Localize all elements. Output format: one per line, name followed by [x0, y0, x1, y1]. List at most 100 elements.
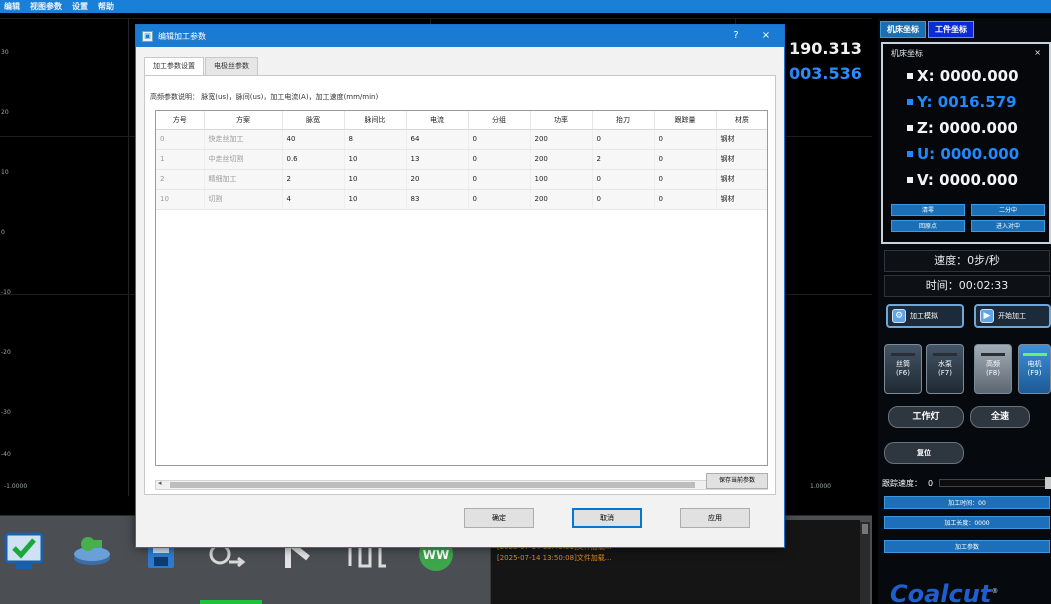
process-time-button[interactable]: 加工时间：00 — [884, 496, 1050, 509]
y-tick: 30 — [1, 49, 9, 56]
process-params-button[interactable]: 加工参数 — [884, 540, 1050, 553]
tab-process-params[interactable]: 加工参数设置 — [144, 57, 204, 75]
menu-help[interactable]: 帮助 — [98, 1, 114, 12]
tracking-speed-value: 0 — [928, 478, 934, 488]
simulate-button[interactable]: ⚙ 加工模拟 — [886, 304, 964, 328]
cell[interactable]: 200 — [530, 189, 593, 210]
zero-button[interactable]: 清零 — [891, 204, 965, 216]
tab-wire-params[interactable]: 电极丝参数 — [205, 57, 258, 75]
motor-toggle[interactable]: 电机 (F9) — [1018, 344, 1051, 394]
check-icon[interactable] — [2, 530, 46, 574]
cell[interactable]: 10 — [344, 169, 407, 190]
table-row[interactable]: 10 切割 4 10 83 0 200 0 0 钢材 — [156, 189, 767, 210]
cell[interactable]: 0 — [654, 129, 717, 150]
cell[interactable]: 200 — [530, 149, 593, 170]
apply-button[interactable]: 应用 — [680, 508, 750, 528]
scroll-left-icon[interactable]: ◂ — [158, 479, 162, 487]
col-header[interactable]: 方号 — [156, 111, 205, 130]
cell[interactable]: 2 — [156, 169, 205, 190]
cell[interactable]: 0 — [468, 189, 531, 210]
help-icon[interactable]: ? — [722, 25, 750, 47]
menu-view-params[interactable]: 视图参数 — [30, 1, 62, 12]
cell[interactable]: 切割 — [204, 189, 283, 210]
cell[interactable]: 8 — [344, 129, 407, 150]
table-row[interactable]: 1 中走丝切割 0.6 10 13 0 200 2 0 钢材 — [156, 149, 767, 170]
col-header[interactable]: 功率 — [530, 111, 593, 130]
log-scrollbar[interactable] — [860, 522, 870, 604]
col-header[interactable]: 材质 — [716, 111, 767, 130]
cell[interactable]: 10 — [344, 149, 407, 170]
enter-center-button[interactable]: 进入对中 — [971, 220, 1045, 232]
hf-toggle[interactable]: 高频 (F8) — [974, 344, 1012, 394]
cell[interactable]: 1 — [156, 149, 205, 170]
pump-toggle[interactable]: 水泵 (F7) — [926, 344, 964, 394]
cell[interactable]: 钢材 — [716, 169, 767, 190]
cell[interactable]: 2 — [592, 149, 655, 170]
cell[interactable]: 快走丝加工 — [204, 129, 283, 150]
col-header[interactable]: 脉宽 — [282, 111, 345, 130]
scroll-thumb[interactable] — [170, 482, 695, 488]
table-hscrollbar[interactable]: ◂ ▸ — [155, 479, 768, 490]
process-length-button[interactable]: 加工长度：0000 — [884, 516, 1050, 529]
cell[interactable]: 精细加工 — [204, 169, 283, 190]
tracking-speed-slider[interactable] — [939, 477, 1051, 489]
home-button[interactable]: 回原点 — [891, 220, 965, 232]
cell[interactable]: 0 — [592, 129, 655, 150]
cell[interactable]: 0 — [592, 169, 655, 190]
cell[interactable]: 100 — [530, 169, 593, 190]
table-row[interactable]: 0 快走丝加工 40 8 64 0 200 0 0 钢材 — [156, 129, 767, 150]
cell[interactable]: 200 — [530, 129, 593, 150]
cell[interactable]: 20 — [406, 169, 469, 190]
cell[interactable]: 40 — [282, 129, 345, 150]
cell[interactable]: 83 — [406, 189, 469, 210]
cell[interactable]: 0 — [654, 189, 717, 210]
cell[interactable]: 4 — [282, 189, 345, 210]
close-icon[interactable]: × — [752, 25, 780, 47]
cell[interactable]: 64 — [406, 129, 469, 150]
coord-value: U: 0000.000 — [917, 145, 1020, 163]
table-row[interactable]: 2 精细加工 2 10 20 0 100 0 0 钢材 — [156, 169, 767, 190]
cell[interactable]: 钢材 — [716, 149, 767, 170]
cell[interactable]: 2 — [282, 169, 345, 190]
grid-line — [128, 19, 129, 496]
cell[interactable]: 中走丝切割 — [204, 149, 283, 170]
indicator-bar — [891, 353, 915, 356]
cell[interactable]: 13 — [406, 149, 469, 170]
col-header[interactable]: 电流 — [406, 111, 469, 130]
cell[interactable]: 钢材 — [716, 189, 767, 210]
reset-button[interactable]: 复位 — [884, 442, 964, 464]
workpiece-icon[interactable] — [70, 528, 114, 572]
work-light-button[interactable]: 工作灯 — [888, 406, 964, 428]
cell[interactable]: 0 — [156, 129, 205, 150]
cell[interactable]: 0 — [468, 149, 531, 170]
center-split-button[interactable]: 二分中 — [971, 204, 1045, 216]
col-header[interactable]: 分组 — [468, 111, 531, 130]
save-params-button[interactable]: 保存当前参数 — [706, 473, 768, 489]
coord-row-x: X: 0000.000 — [883, 63, 1049, 89]
close-icon[interactable]: × — [1034, 48, 1041, 59]
menu-settings[interactable]: 设置 — [72, 1, 88, 12]
y-tick: -40 — [1, 451, 11, 458]
cell[interactable]: 钢材 — [716, 129, 767, 150]
col-header[interactable]: 抬刀 — [592, 111, 655, 130]
tab-machine-coords[interactable]: 机床坐标 — [880, 21, 926, 38]
slider-handle[interactable] — [1045, 477, 1051, 489]
col-header[interactable]: 脉间比 — [344, 111, 407, 130]
col-header[interactable]: 方案 — [204, 111, 283, 130]
start-button[interactable]: ▶ 开始加工 — [974, 304, 1051, 328]
cell[interactable]: 0.6 — [282, 149, 345, 170]
cell[interactable]: 10 — [344, 189, 407, 210]
tab-work-coords[interactable]: 工件坐标 — [928, 21, 974, 38]
wire-drum-toggle[interactable]: 丝筒 (F6) — [884, 344, 922, 394]
cell[interactable]: 0 — [468, 129, 531, 150]
full-speed-button[interactable]: 全速 — [970, 406, 1030, 428]
col-header[interactable]: 跟踪量 — [654, 111, 717, 130]
cell[interactable]: 0 — [654, 169, 717, 190]
menu-edit[interactable]: 编辑 — [4, 1, 20, 12]
cell[interactable]: 0 — [654, 149, 717, 170]
cancel-button[interactable]: 取消 — [572, 508, 642, 528]
ok-button[interactable]: 确定 — [464, 508, 534, 528]
cell[interactable]: 0 — [468, 169, 531, 190]
cell[interactable]: 0 — [592, 189, 655, 210]
cell[interactable]: 10 — [156, 189, 205, 210]
